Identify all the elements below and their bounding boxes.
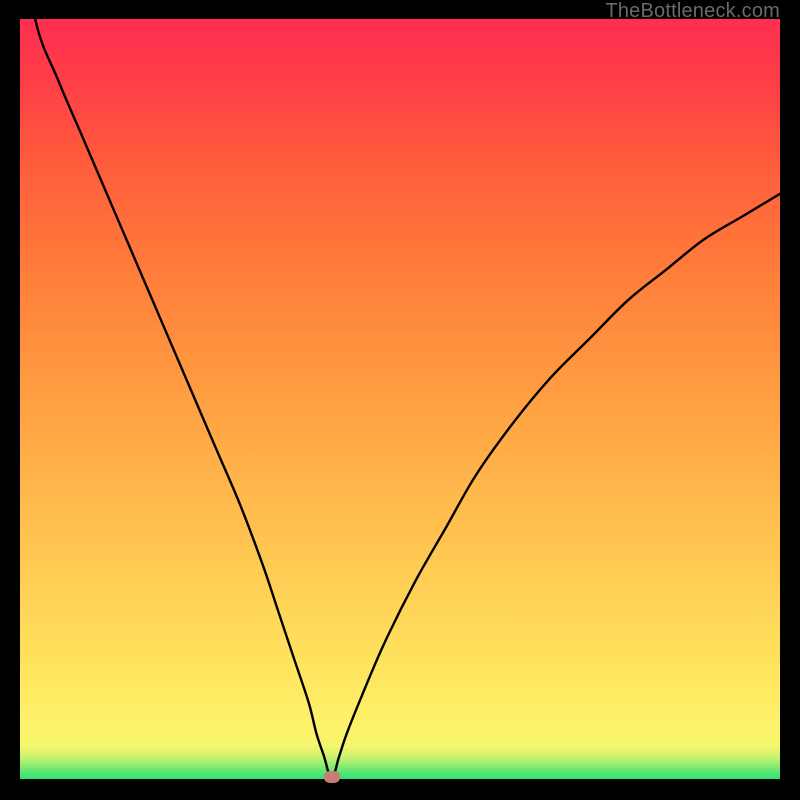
curve-path <box>20 0 780 779</box>
optimal-point-marker <box>324 771 340 783</box>
bottleneck-curve <box>20 19 780 779</box>
watermark-text: TheBottleneck.com <box>605 0 780 23</box>
chart-frame: TheBottleneck.com <box>0 0 800 800</box>
